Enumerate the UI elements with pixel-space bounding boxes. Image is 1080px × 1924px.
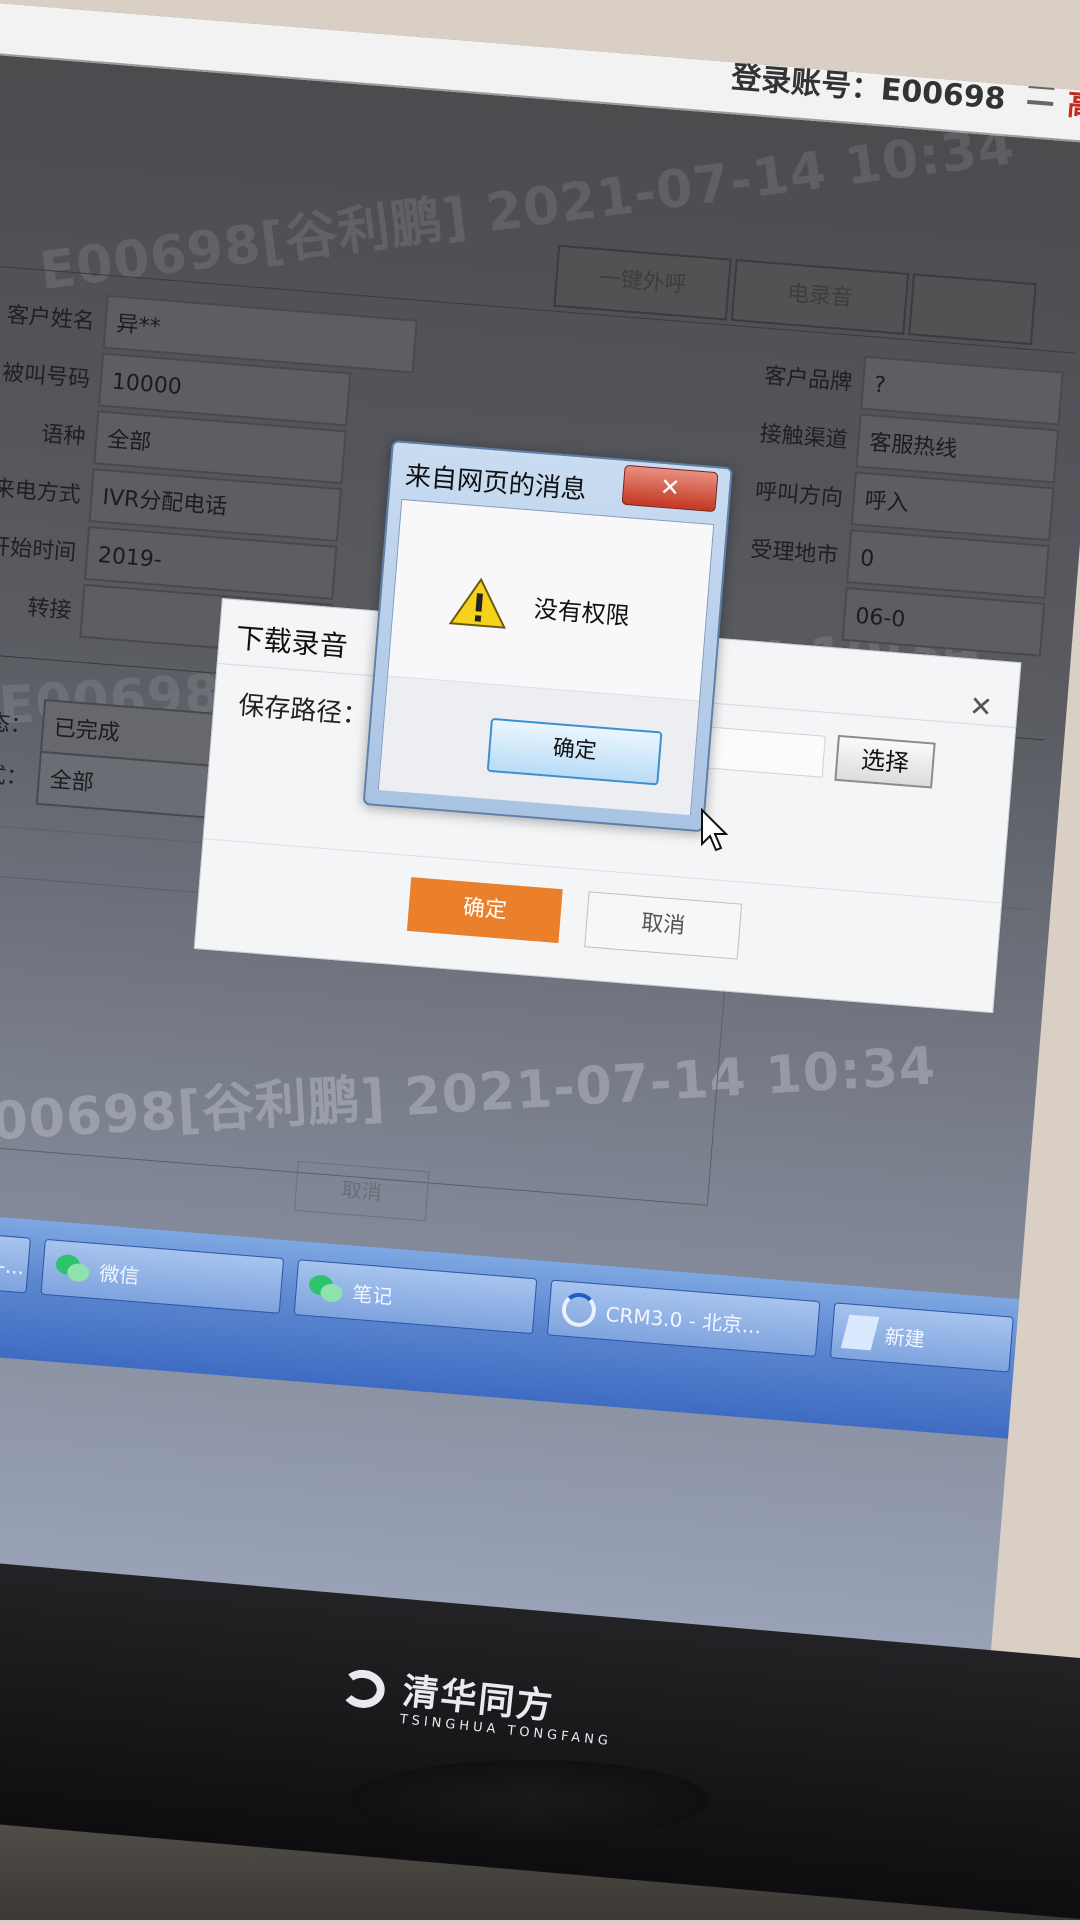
start-time-label: 开始时间 bbox=[0, 534, 77, 567]
taskbar-item-service-platform[interactable]: 智慧服务平台 -... bbox=[0, 1224, 31, 1294]
brand-logo-icon bbox=[339, 1667, 395, 1714]
monitor: 登录账号：E00698 高 E00698[谷利鹏] 2021-07-14 10:… bbox=[0, 0, 1080, 1924]
taskbar-item-label: 新建 bbox=[883, 1324, 926, 1352]
taskbar-item-notes[interactable]: 笔记 bbox=[293, 1259, 538, 1335]
wechat-icon bbox=[308, 1274, 344, 1305]
select-button[interactable]: 选择 bbox=[834, 734, 936, 789]
tab-recording[interactable]: 电录音 bbox=[730, 259, 910, 335]
taskbar-item-new[interactable]: 新建 bbox=[829, 1302, 1014, 1373]
tab-more[interactable] bbox=[908, 273, 1037, 346]
cancel-button[interactable]: 取消 bbox=[293, 1160, 430, 1222]
dialog-title: 下载录音 bbox=[234, 621, 349, 664]
taskbar-item-label: 智慧服务平台 -... bbox=[0, 1243, 26, 1279]
warning-icon bbox=[448, 577, 506, 629]
contact-channel-label: 接触渠道 bbox=[758, 421, 849, 454]
mouse-cursor-icon bbox=[701, 808, 729, 852]
taskbar-item-label: CRM3.0 - 北京... bbox=[604, 1301, 763, 1338]
cancel-button[interactable]: 取消 bbox=[584, 891, 743, 960]
alert-title: 来自网页的消息 bbox=[403, 461, 588, 506]
tab-one-click-call[interactable]: 一键外呼 bbox=[553, 244, 732, 321]
document-icon bbox=[840, 1314, 880, 1351]
taskbar: 智慧服务平台 -... 微信 笔记 CRM3.0 - 北京... 新建 bbox=[0, 1206, 1020, 1439]
called-number-label: 被叫号码 bbox=[1, 360, 91, 393]
taskbar-item-label: 笔记 bbox=[351, 1281, 394, 1309]
reply-method-label: 答复方式： bbox=[0, 757, 29, 791]
web-message-alert: 来自网页的消息 ✕ 没有权限 确定 bbox=[362, 440, 733, 833]
crm-icon bbox=[560, 1291, 598, 1329]
taskbar-item-wechat[interactable]: 微信 bbox=[40, 1238, 285, 1314]
close-icon[interactable]: ✕ bbox=[968, 689, 994, 724]
city-label: 受理地市 bbox=[749, 537, 840, 570]
wechat-icon bbox=[55, 1254, 91, 1285]
save-path-label: 保存路径： bbox=[237, 690, 370, 732]
close-button[interactable]: ✕ bbox=[621, 464, 719, 513]
call-method-label: 来电方式 bbox=[0, 476, 82, 509]
language-label: 语种 bbox=[40, 421, 87, 451]
taskbar-item-label: 微信 bbox=[98, 1260, 141, 1288]
customer-name-label: 客户姓名 bbox=[5, 302, 96, 335]
alert-body: 没有权限 确定 bbox=[377, 498, 715, 816]
customer-brand-label: 客户品牌 bbox=[763, 363, 854, 396]
confirm-button[interactable]: 确定 bbox=[406, 877, 563, 944]
call-direction-label: 呼叫方向 bbox=[754, 479, 844, 512]
alert-message: 没有权限 bbox=[532, 594, 631, 631]
monitor-stand bbox=[350, 1760, 710, 1840]
transfer-label: 转接 bbox=[26, 595, 73, 624]
top-right-text: 高 bbox=[1065, 87, 1080, 125]
menu-icon[interactable] bbox=[1027, 83, 1055, 107]
taskbar-item-crm[interactable]: CRM3.0 - 北京... bbox=[546, 1279, 821, 1358]
